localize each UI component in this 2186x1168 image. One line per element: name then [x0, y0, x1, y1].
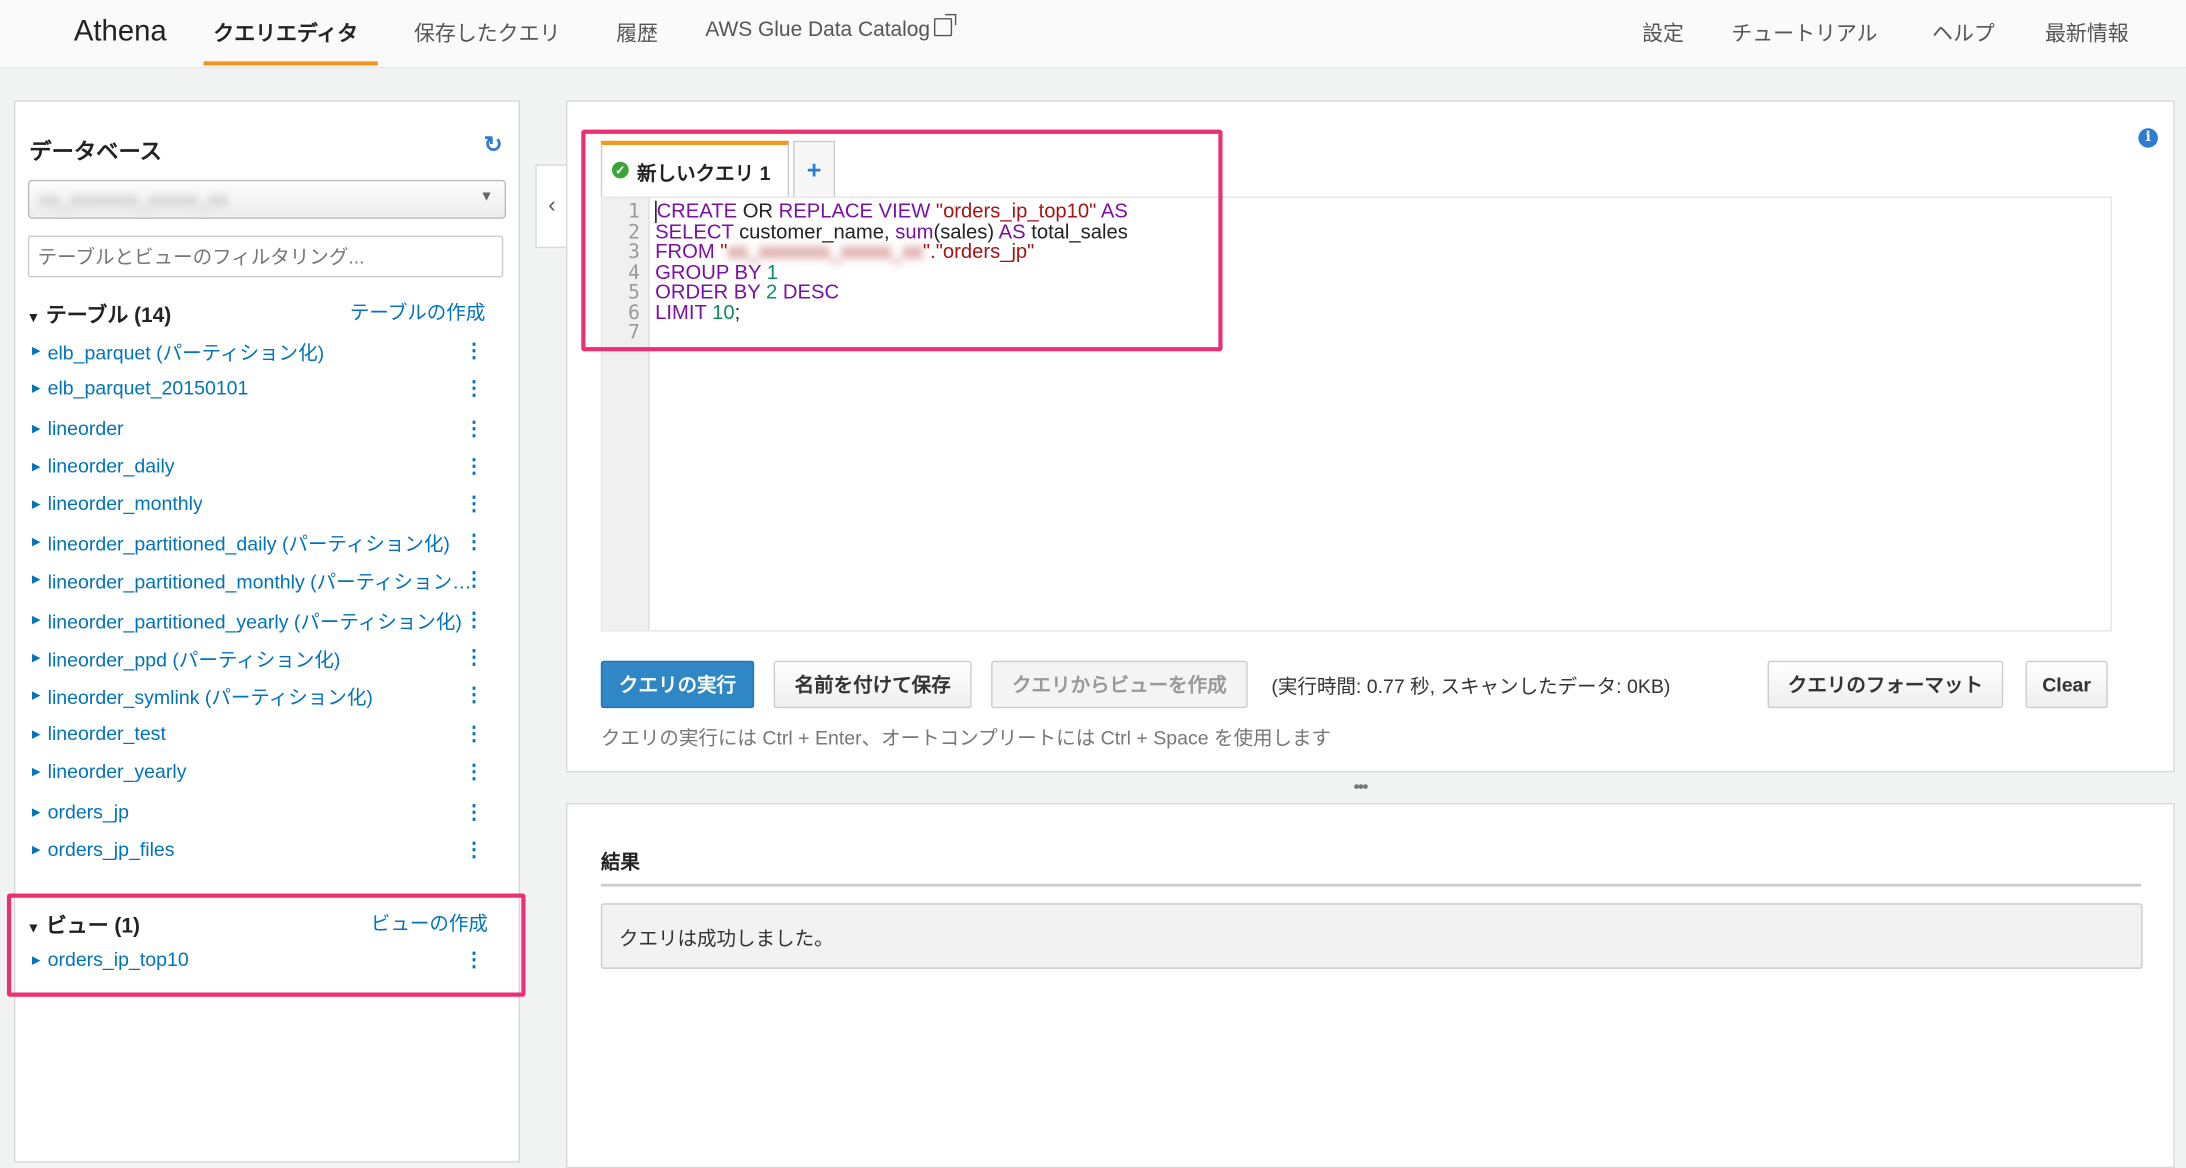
- table-name: lineorder_test: [47, 722, 166, 745]
- results-divider: [600, 883, 2142, 887]
- caret-right-icon: ▶: [32, 497, 41, 511]
- table-name: lineorder_partitioned_daily (パーティション化): [47, 532, 450, 555]
- nav-glue-catalog[interactable]: AWS Glue Data Catalog: [705, 13, 957, 42]
- caret-down-icon: ▼: [26, 310, 41, 327]
- top-navigation: Athena クエリエディタ 保存したクエリ 履歴 AWS Glue Data …: [0, 0, 2186, 69]
- caret-right-icon: ▶: [32, 805, 41, 819]
- info-icon[interactable]: i: [2138, 128, 2158, 148]
- sidebar-title: データベース: [29, 140, 162, 165]
- kebab-menu-icon[interactable]: ⋮: [464, 645, 484, 669]
- kebab-menu-icon[interactable]: ⋮: [464, 683, 484, 707]
- caret-right-icon: ▶: [32, 422, 41, 435]
- table-item[interactable]: ▶ orders_jp_files ⋮: [32, 838, 500, 866]
- caret-right-icon: ▶: [32, 765, 41, 778]
- results-message-box: クエリは成功しました。: [600, 903, 2143, 969]
- table-item[interactable]: ▶ lineorder_yearly ⋮: [32, 760, 500, 788]
- table-name: lineorder_yearly: [47, 759, 187, 783]
- table-item[interactable]: ▶ lineorder_partitioned_monthly (パーティション化…: [32, 567, 500, 595]
- table-name: orders_jp_files: [47, 837, 175, 861]
- table-name: lineorder_ppd (パーティション化): [47, 648, 341, 671]
- nav-saved-queries[interactable]: 保存したクエリ: [414, 18, 560, 47]
- panel-resize-handle[interactable]: •••: [1354, 776, 1369, 796]
- brand-logo[interactable]: Athena: [74, 15, 167, 48]
- collapse-sidebar-button[interactable]: ‹: [535, 164, 568, 249]
- table-filter-input[interactable]: [27, 235, 504, 278]
- table-item[interactable]: ▶ lineorder_partitioned_yearly (パーティション化)…: [32, 608, 500, 636]
- database-select[interactable]: xx_xxxxxxx_xxxxx_xx ▼: [27, 179, 507, 219]
- table-item[interactable]: ▶ lineorder_daily ⋮: [32, 454, 500, 482]
- refresh-icon[interactable]: ↻: [484, 131, 503, 159]
- kebab-menu-icon[interactable]: ⋮: [464, 376, 484, 400]
- table-item[interactable]: ▶ elb_parquet_20150101 ⋮: [32, 376, 500, 404]
- execution-info: (実行時間: 0.77 秒, スキャンしたデータ: 0KB): [1271, 674, 1671, 697]
- kebab-menu-icon[interactable]: ⋮: [464, 760, 484, 784]
- table-name: lineorder_partitioned_monthly (パーティション化): [47, 570, 473, 593]
- active-tab-indicator: [203, 61, 378, 66]
- table-name: elb_parquet (パーティション化): [47, 341, 325, 364]
- create-table-link[interactable]: テーブルの作成: [350, 298, 485, 326]
- table-item[interactable]: ▶ lineorder_symlink (パーティション化) ⋮: [32, 683, 500, 711]
- results-panel: 結果 クエリは成功しました。: [565, 802, 2175, 1168]
- caret-right-icon: ▶: [32, 843, 41, 856]
- kebab-menu-icon[interactable]: ⋮: [464, 530, 484, 554]
- nav-whats-new[interactable]: 最新情報: [2045, 18, 2129, 47]
- results-title: 結果: [600, 850, 640, 873]
- table-name: lineorder_daily: [47, 454, 175, 477]
- nav-glue-catalog-label: AWS Glue Data Catalog: [705, 18, 931, 42]
- database-sidebar: データベース ↻ xx_xxxxxxx_xxxxx_xx ▼ ▼テーブル (14…: [13, 100, 520, 1163]
- table-item[interactable]: ▶ lineorder_ppd (パーティション化) ⋮: [32, 645, 500, 673]
- kebab-menu-icon[interactable]: ⋮: [464, 454, 484, 478]
- caret-right-icon: ▶: [32, 572, 41, 586]
- tables-section-toggle[interactable]: ▼ テーブル (14): [26, 300, 171, 329]
- table-name: orders_jp: [47, 800, 129, 823]
- table-item[interactable]: ▶ elb_parquet (パーティション化) ⋮: [32, 339, 500, 367]
- kebab-menu-icon[interactable]: ⋮: [464, 722, 484, 746]
- kebab-menu-icon[interactable]: ⋮: [464, 567, 484, 591]
- kebab-menu-icon[interactable]: ⋮: [464, 417, 484, 441]
- caret-right-icon: ▶: [32, 727, 41, 741]
- table-name: elb_parquet_20150101: [47, 376, 249, 399]
- caret-right-icon: ▶: [32, 650, 41, 664]
- tables-header: テーブル (14): [45, 303, 172, 328]
- save-as-button[interactable]: 名前を付けて保存: [773, 660, 972, 709]
- clear-button[interactable]: Clear: [2025, 660, 2108, 709]
- keyboard-hint: クエリの実行には Ctrl + Enter、オートコンプリートには Ctrl +…: [600, 726, 1332, 749]
- caret-right-icon: ▶: [32, 460, 41, 473]
- nav-help[interactable]: ヘルプ: [1932, 18, 1995, 47]
- caret-right-icon: ▶: [32, 535, 41, 548]
- kebab-menu-icon[interactable]: ⋮: [464, 492, 484, 516]
- highlight-views-box: [6, 893, 526, 997]
- caret-right-icon: ▶: [32, 613, 41, 626]
- table-item[interactable]: ▶ lineorder_partitioned_daily (パーティション化) ⋮: [32, 530, 500, 558]
- caret-right-icon: ▶: [32, 688, 41, 702]
- caret-right-icon: ▶: [32, 381, 41, 395]
- kebab-menu-icon[interactable]: ⋮: [464, 608, 484, 632]
- table-item[interactable]: ▶ lineorder_test ⋮: [32, 722, 500, 750]
- nav-history[interactable]: 履歴: [616, 18, 658, 47]
- kebab-menu-icon[interactable]: ⋮: [464, 838, 484, 862]
- table-name: lineorder_symlink (パーティション化): [47, 685, 373, 709]
- table-name: lineorder_monthly: [47, 492, 203, 515]
- nav-tutorial[interactable]: チュートリアル: [1731, 18, 1877, 47]
- nav-query-editor[interactable]: クエリエディタ: [213, 18, 358, 47]
- caret-right-icon: ▶: [32, 344, 41, 357]
- format-query-button[interactable]: クエリのフォーマット: [1767, 660, 2004, 709]
- table-item[interactable]: ▶ lineorder ⋮: [32, 417, 500, 445]
- external-link-icon: [934, 13, 957, 37]
- highlight-query-box: [581, 129, 1223, 352]
- kebab-menu-icon[interactable]: ⋮: [464, 339, 484, 363]
- chevron-down-icon: ▼: [479, 189, 494, 205]
- run-query-button[interactable]: クエリの実行: [600, 660, 755, 709]
- kebab-menu-icon[interactable]: ⋮: [464, 800, 484, 824]
- database-select-value: xx_xxxxxxx_xxxxx_xx: [40, 189, 229, 210]
- chevron-left-icon: ‹: [548, 193, 556, 218]
- table-name: lineorder: [47, 416, 124, 440]
- create-view-from-query-button[interactable]: クエリからビューを作成: [991, 660, 1248, 709]
- results-message: クエリは成功しました。: [618, 927, 834, 950]
- table-name: lineorder_partitioned_yearly (パーティション化): [47, 610, 462, 633]
- table-item[interactable]: ▶ lineorder_monthly ⋮: [32, 492, 500, 520]
- table-item[interactable]: ▶ orders_jp ⋮: [32, 800, 500, 828]
- nav-settings[interactable]: 設定: [1642, 18, 1684, 47]
